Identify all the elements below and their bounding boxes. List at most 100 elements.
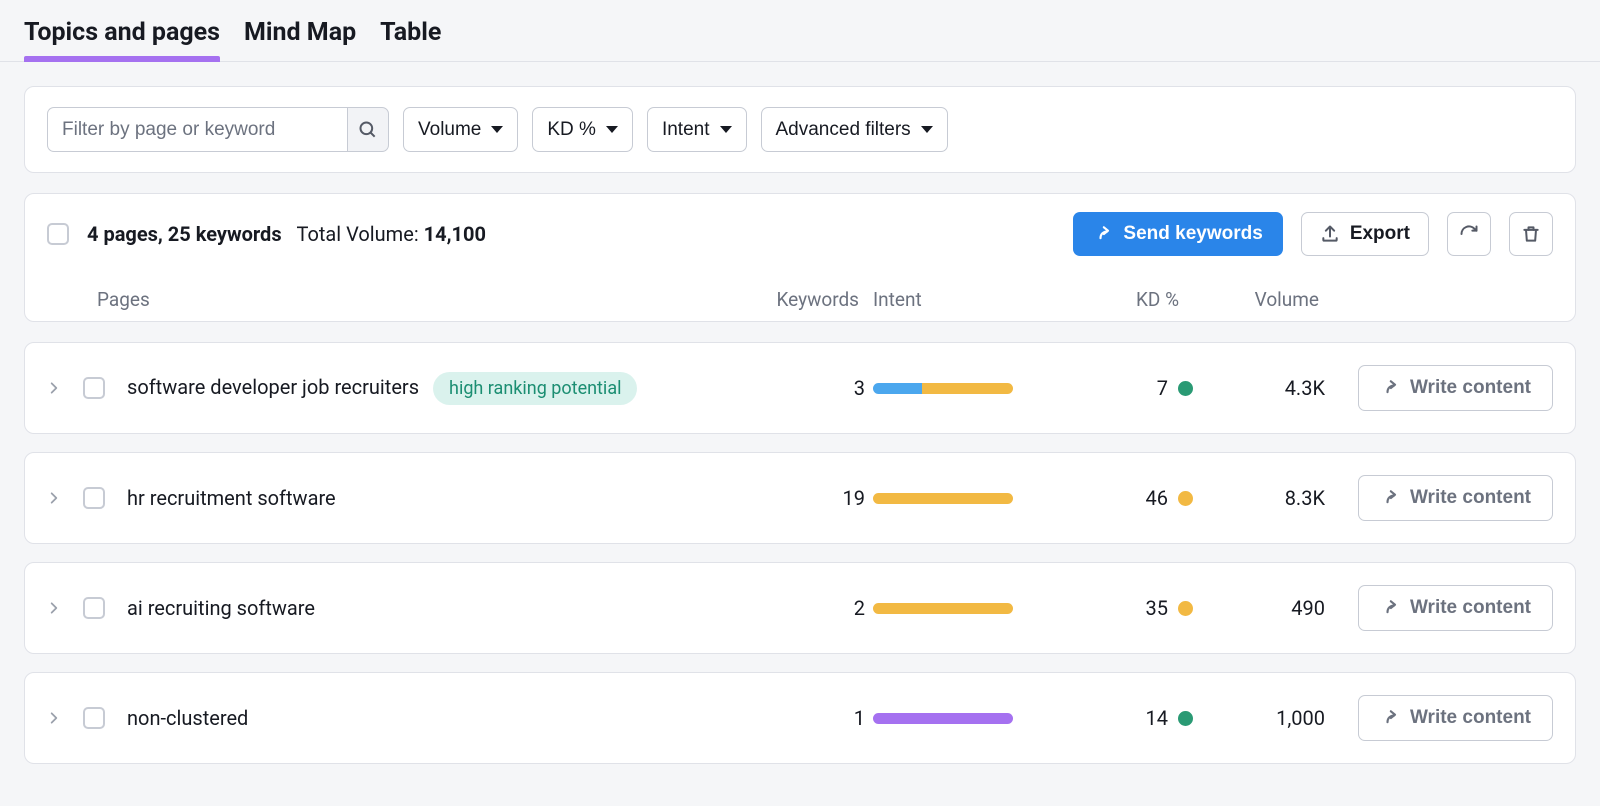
keywords-count: 1 bbox=[753, 706, 873, 730]
col-volume: Volume bbox=[1193, 288, 1333, 311]
write-content-button[interactable]: Write content bbox=[1358, 475, 1553, 521]
filter-search-button[interactable] bbox=[347, 107, 389, 152]
intent-segment bbox=[873, 493, 1013, 504]
arrow-right-icon bbox=[1380, 598, 1400, 618]
table-row: non-clustered 1 141,000 Write content bbox=[24, 672, 1576, 764]
intent-segment bbox=[873, 603, 1013, 614]
volume-value: 1,000 bbox=[1193, 706, 1333, 730]
page-name-cell: non-clustered bbox=[127, 706, 753, 730]
table-row: ai recruiting software 2 35 490 Write conten… bbox=[24, 562, 1576, 654]
write-content-button[interactable]: Write content bbox=[1358, 695, 1553, 741]
summary-card: 4 pages, 25 keywords Total Volume: 14,10… bbox=[24, 193, 1576, 322]
filter-intent[interactable]: Intent bbox=[647, 107, 747, 152]
search-icon bbox=[358, 120, 378, 140]
write-content-label: Write content bbox=[1410, 707, 1531, 729]
table-row: software developer job recruiters high ra… bbox=[24, 342, 1576, 434]
filter-intent-label: Intent bbox=[662, 119, 710, 141]
chevron-down-icon bbox=[921, 126, 933, 133]
filter-volume[interactable]: Volume bbox=[403, 107, 518, 152]
col-kd: KD % bbox=[1053, 288, 1193, 311]
kd-difficulty-dot bbox=[1178, 601, 1193, 616]
kd-cell: 46 bbox=[1053, 486, 1193, 510]
delete-button[interactable] bbox=[1509, 212, 1553, 256]
summary-total-label: Total Volume: bbox=[296, 222, 418, 246]
select-all-checkbox[interactable] bbox=[47, 223, 69, 245]
kd-value: 46 bbox=[1146, 486, 1168, 510]
kd-cell: 14 bbox=[1053, 706, 1193, 730]
filter-kd[interactable]: KD % bbox=[532, 107, 633, 152]
tab-mind-map[interactable]: Mind Map bbox=[244, 18, 356, 61]
send-keywords-button[interactable]: Send keywords bbox=[1073, 212, 1282, 256]
keywords-count: 3 bbox=[753, 376, 873, 400]
summary-counts: 4 pages, 25 keywords bbox=[87, 222, 282, 246]
summary-text: 4 pages, 25 keywords Total Volume: 14,10… bbox=[87, 222, 486, 246]
kd-cell: 35 bbox=[1053, 596, 1193, 620]
refresh-icon bbox=[1459, 224, 1479, 244]
expand-row-icon[interactable] bbox=[47, 601, 67, 615]
intent-bar bbox=[873, 383, 1013, 394]
write-content-button[interactable]: Write content bbox=[1358, 585, 1553, 631]
filter-advanced[interactable]: Advanced filters bbox=[761, 107, 948, 152]
row-checkbox[interactable] bbox=[83, 597, 105, 619]
intent-bar bbox=[873, 493, 1013, 504]
filter-advanced-label: Advanced filters bbox=[776, 119, 911, 141]
upload-icon bbox=[1320, 224, 1340, 244]
intent-segment bbox=[873, 713, 1013, 724]
arrow-right-icon bbox=[1093, 224, 1113, 244]
write-content-label: Write content bbox=[1410, 377, 1531, 399]
intent-cell bbox=[873, 383, 1053, 394]
page-name-cell: software developer job recruiters high ra… bbox=[127, 372, 753, 405]
page-name-cell: hr recruitment software bbox=[127, 486, 753, 510]
intent-cell bbox=[873, 603, 1053, 614]
col-keywords: Keywords bbox=[753, 288, 873, 311]
trash-icon bbox=[1521, 224, 1541, 244]
kd-difficulty-dot bbox=[1178, 491, 1193, 506]
kd-difficulty-dot bbox=[1178, 381, 1193, 396]
chevron-down-icon bbox=[720, 126, 732, 133]
row-checkbox[interactable] bbox=[83, 487, 105, 509]
page-name: ai recruiting software bbox=[127, 596, 315, 620]
expand-row-icon[interactable] bbox=[47, 491, 67, 505]
arrow-right-icon bbox=[1380, 708, 1400, 728]
export-button[interactable]: Export bbox=[1301, 212, 1429, 256]
tabs-bar: Topics and pages Mind Map Table bbox=[0, 0, 1600, 62]
refresh-button[interactable] bbox=[1447, 212, 1491, 256]
export-label: Export bbox=[1350, 223, 1410, 245]
send-keywords-label: Send keywords bbox=[1123, 223, 1262, 245]
tab-table[interactable]: Table bbox=[380, 18, 441, 61]
keywords-count: 2 bbox=[753, 596, 873, 620]
col-pages: Pages bbox=[97, 288, 753, 311]
expand-row-icon[interactable] bbox=[47, 381, 67, 395]
ranking-potential-badge: high ranking potential bbox=[433, 372, 637, 405]
keywords-count: 19 bbox=[753, 486, 873, 510]
row-checkbox[interactable] bbox=[83, 707, 105, 729]
page-name: software developer job recruiters bbox=[127, 375, 419, 399]
page-name-cell: ai recruiting software bbox=[127, 596, 753, 620]
page-name: non-clustered bbox=[127, 706, 248, 730]
kd-cell: 7 bbox=[1053, 376, 1193, 400]
filter-input-wrap bbox=[47, 107, 389, 152]
chevron-down-icon bbox=[491, 126, 503, 133]
chevron-down-icon bbox=[606, 126, 618, 133]
arrow-right-icon bbox=[1380, 488, 1400, 508]
row-checkbox[interactable] bbox=[83, 377, 105, 399]
page-name: hr recruitment software bbox=[127, 486, 336, 510]
expand-row-icon[interactable] bbox=[47, 711, 67, 725]
table-header: Pages Keywords Intent KD % Volume bbox=[25, 274, 1575, 321]
filter-volume-label: Volume bbox=[418, 119, 481, 141]
volume-value: 490 bbox=[1193, 596, 1333, 620]
filter-input[interactable] bbox=[47, 107, 347, 152]
volume-value: 4.3K bbox=[1193, 376, 1333, 400]
kd-value: 35 bbox=[1146, 596, 1168, 620]
filters-card: Volume KD % Intent Advanced filters bbox=[24, 86, 1576, 173]
col-intent: Intent bbox=[873, 288, 1053, 311]
tab-topics-and-pages[interactable]: Topics and pages bbox=[24, 18, 220, 61]
intent-segment bbox=[922, 383, 1013, 394]
write-content-button[interactable]: Write content bbox=[1358, 365, 1553, 411]
intent-segment bbox=[873, 383, 922, 394]
filter-kd-label: KD % bbox=[547, 119, 596, 141]
intent-bar bbox=[873, 603, 1013, 614]
write-content-label: Write content bbox=[1410, 597, 1531, 619]
write-content-label: Write content bbox=[1410, 487, 1531, 509]
kd-value: 7 bbox=[1157, 376, 1168, 400]
